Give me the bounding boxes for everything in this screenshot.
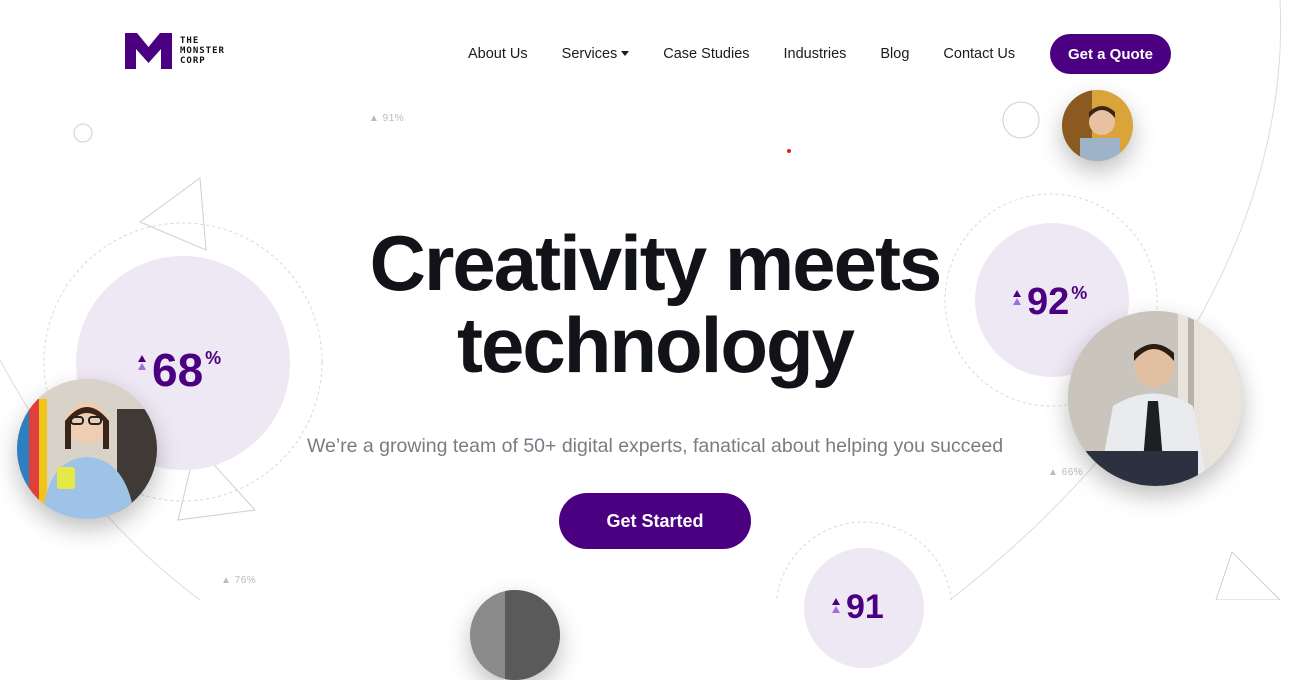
avatar-man-top (1062, 90, 1133, 161)
hero-title: Creativity meets technology (369, 219, 943, 389)
nav-item-services[interactable]: Services (562, 46, 630, 62)
logo-m-icon (125, 33, 172, 69)
nav-item-industries[interactable]: Industries (784, 46, 847, 62)
nav-item-about-us[interactable]: About Us (468, 46, 528, 62)
brand-logo[interactable]: THE MONSTER CORP (125, 33, 225, 69)
nav-item-services-label: Services (561, 46, 618, 62)
arrow-up-icon (1013, 290, 1021, 305)
stat-right-value: 92 (1027, 281, 1070, 323)
main-nav: About Us Services Case Studies Industrie… (468, 46, 1015, 62)
stat-left-unit: % (205, 348, 222, 368)
nav-item-case-studies[interactable]: Case Studies (663, 46, 749, 62)
nav-item-blog[interactable]: Blog (880, 46, 909, 62)
avatar-woman (17, 379, 157, 519)
get-a-quote-button[interactable]: Get a Quote (1050, 34, 1171, 74)
logo-text: THE MONSTER CORP (180, 36, 225, 66)
avatar-bottom (470, 590, 560, 680)
stat-right: 92 % (1013, 282, 1087, 322)
avatar-man-suit (1068, 311, 1243, 486)
stat-left: 68 % (138, 347, 221, 393)
caret-down-icon (621, 51, 630, 56)
small-stat-76: ▲ 76% (221, 575, 257, 586)
stat-bottom-value: 91 (846, 588, 884, 626)
stat-left-value: 68 (152, 344, 204, 396)
hero-subtitle: We’re a growing team of 50+ digital expe… (306, 435, 1004, 457)
get-started-button[interactable]: Get Started (559, 493, 751, 549)
small-stat-91: ▲ 91% (369, 113, 405, 124)
arrow-up-icon (832, 598, 840, 613)
small-stat-66: ▲ 66% (1048, 467, 1084, 478)
stat-bottom: 91 (832, 590, 884, 624)
nav-item-contact-us[interactable]: Contact Us (943, 46, 1015, 62)
arrow-up-icon (138, 355, 146, 370)
stat-right-unit: % (1071, 283, 1088, 303)
